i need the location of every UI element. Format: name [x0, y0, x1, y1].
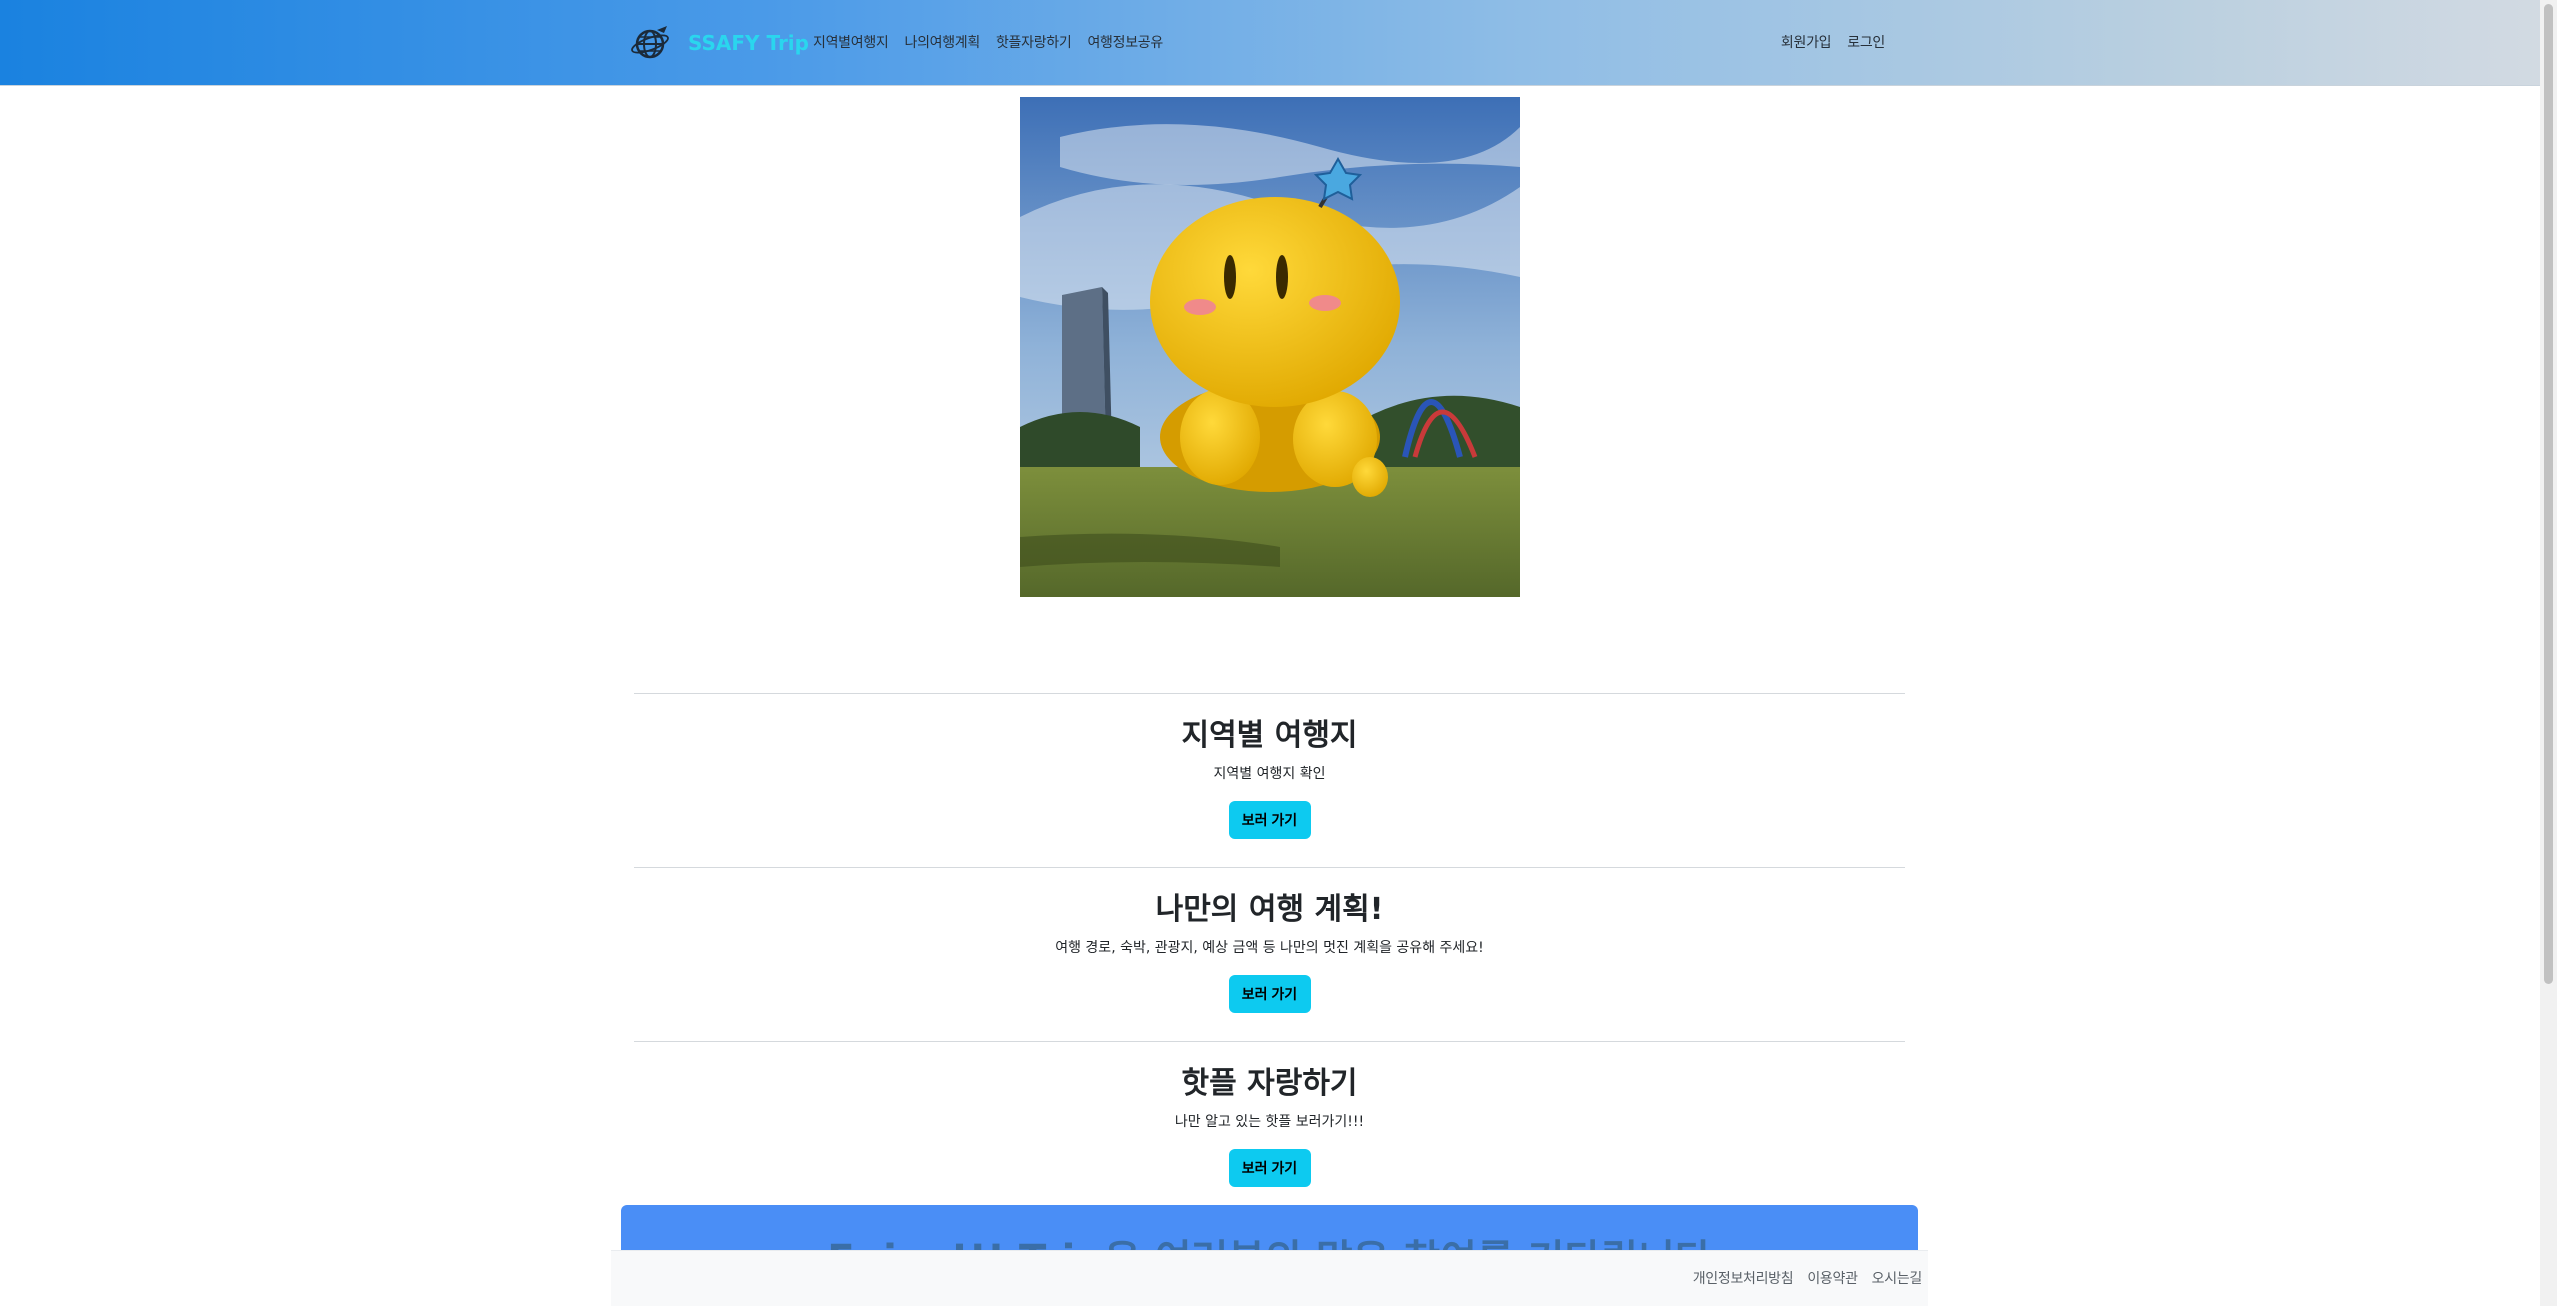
- view-regional-button[interactable]: 보러 가기: [1228, 800, 1311, 839]
- main-nav: 지역별여행지 나의여행계획 핫플자랑하기 여행정보공유: [813, 32, 1163, 52]
- section-description: 지역별 여행지 확인: [1213, 766, 1326, 782]
- login-link[interactable]: 로그인: [1847, 32, 1885, 52]
- terms-link[interactable]: 이용약관: [1807, 1268, 1858, 1288]
- section-my-plan: 나만의 여행 계획! 여행 경로, 숙박, 관광지, 예상 금액 등 나만의 멋…: [634, 867, 1905, 1041]
- view-hotplace-button[interactable]: 보러 가기: [1228, 1148, 1311, 1187]
- hero-image: [1020, 97, 1520, 597]
- navbar: SSAFY Trip 지역별여행지 나의여행계획 핫플자랑하기 여행정보공유 회…: [0, 0, 2540, 86]
- signup-link[interactable]: 회원가입: [1781, 32, 1832, 52]
- globe-airplane-icon: [630, 24, 670, 62]
- page: SSAFY Trip 지역별여행지 나의여행계획 핫플자랑하기 여행정보공유 회…: [0, 0, 2557, 1306]
- footer: 개인정보처리방침 이용약관 오시는길: [611, 1250, 1928, 1306]
- nav-travel-info-share[interactable]: 여행정보공유: [1087, 32, 1163, 52]
- section-title: 핫플 자랑하기: [1181, 1066, 1358, 1101]
- section-title: 나만의 여행 계획!: [1155, 892, 1384, 927]
- nav-my-travel-plan[interactable]: 나의여행계획: [904, 32, 980, 52]
- nav-hotplace-showoff[interactable]: 핫플자랑하기: [996, 32, 1072, 52]
- nav-regional-destinations[interactable]: 지역별여행지: [813, 32, 889, 52]
- directions-link[interactable]: 오시는길: [1872, 1268, 1923, 1288]
- scrollbar-thumb[interactable]: [2544, 4, 2553, 984]
- section-hotplace: 핫플 자랑하기 나만 알고 있는 핫플 보러가기!!! 보러 가기: [634, 1041, 1905, 1205]
- footer-links: 개인정보처리방침 이용약관 오시는길: [1693, 1268, 1923, 1288]
- section-title: 지역별 여행지: [1181, 718, 1358, 753]
- section-description: 여행 경로, 숙박, 관광지, 예상 금액 등 나만의 멋진 계획을 공유해 주…: [1055, 940, 1484, 956]
- view-plan-button[interactable]: 보러 가기: [1228, 974, 1311, 1013]
- section-regional: 지역별 여행지 지역별 여행지 확인 보러 가기: [634, 693, 1905, 867]
- vertical-scrollbar[interactable]: [2540, 0, 2557, 1306]
- brand-name: SSAFY Trip: [688, 31, 809, 55]
- privacy-policy-link[interactable]: 개인정보처리방침: [1693, 1268, 1794, 1288]
- section-description: 나만 알고 있는 핫플 보러가기!!!: [1174, 1114, 1365, 1130]
- account-nav: 회원가입 로그인: [1781, 32, 1885, 52]
- brand-link[interactable]: SSAFY Trip: [630, 24, 809, 62]
